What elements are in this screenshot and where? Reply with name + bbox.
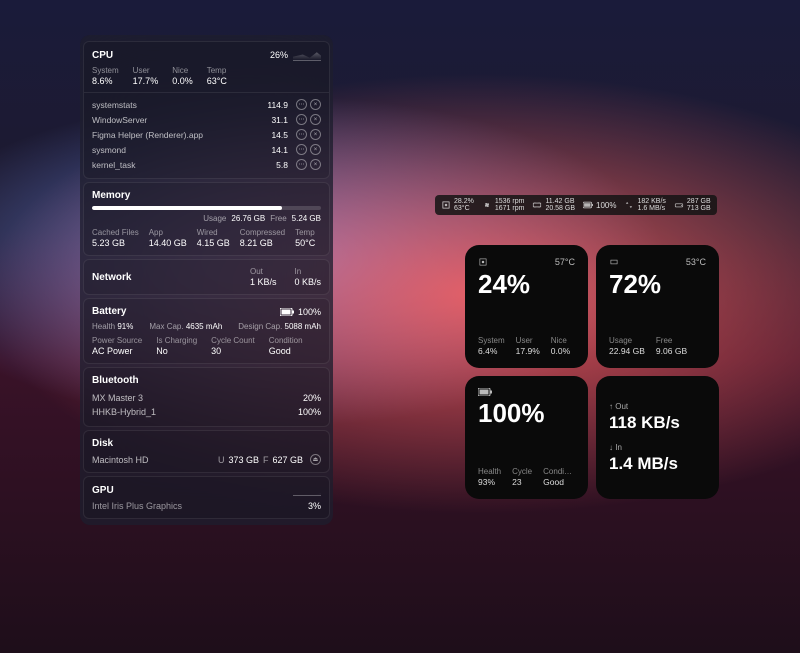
cpu-sparkline <box>293 49 321 61</box>
battery-icon <box>478 388 492 396</box>
wcpu-sub: System6.4%User17.9%Nice0.0% <box>478 336 575 356</box>
cpu-icon <box>478 257 488 267</box>
mb-disk[interactable]: 287 GB713 GB <box>674 198 711 212</box>
gpu-card[interactable]: GPU Intel Iris Plus Graphics3% <box>83 476 330 519</box>
wmem-sub: Usage22.94 GBFree9.06 GB <box>609 336 706 356</box>
info-icon[interactable]: ⋯ <box>296 114 307 125</box>
battery-icon <box>583 200 593 210</box>
kill-icon[interactable]: × <box>310 159 321 170</box>
stats-panel[interactable]: CPU 26% System8.6%User17.7%Nice0.0%Temp6… <box>80 35 333 525</box>
bat-row: Health 91%Max Cap. 4635 mAhDesign Cap. 5… <box>92 322 321 331</box>
mb-mem[interactable]: 11.42 GB20.58 GB <box>532 198 575 212</box>
down-arrow-icon: ↓ In <box>609 443 706 452</box>
bluetooth-card[interactable]: Bluetooth MX Master 320%HHKB-Hybrid_1100… <box>83 367 330 427</box>
widget-battery[interactable]: 100% Health93%Cycle23Condi…Good <box>465 376 588 499</box>
mb-battery[interactable]: 100% <box>583 200 616 210</box>
disk-card[interactable]: Disk Macintosh HD U373 GBF627 GB⏏ <box>83 430 330 473</box>
widget-cpu[interactable]: 57°C 24% System6.4%User17.9%Nice0.0% <box>465 245 588 368</box>
kill-icon[interactable]: × <box>310 99 321 110</box>
cpu-subcols: System8.6%User17.7%Nice0.0%Temp63°C <box>92 66 321 86</box>
info-icon[interactable]: ⋯ <box>296 144 307 155</box>
widget-grid: 57°C 24% System6.4%User17.9%Nice0.0% 53°… <box>465 245 719 499</box>
widget-memory[interactable]: 53°C 72% Usage22.94 GBFree9.06 GB <box>596 245 719 368</box>
kill-icon[interactable]: × <box>310 144 321 155</box>
cpu-card[interactable]: CPU 26% System8.6%User17.7%Nice0.0%Temp6… <box>83 41 330 179</box>
mem-title: Memory <box>92 190 130 201</box>
network-card[interactable]: Network Out1 KB/s In0 KB/s <box>83 259 330 295</box>
battery-card[interactable]: Battery 100% Health 91%Max Cap. 4635 mAh… <box>83 298 330 364</box>
battery-icon <box>280 308 294 316</box>
mem-subcols: Cached Files5.23 GBApp14.40 GBWired4.15 … <box>92 228 321 248</box>
bt-devlist: MX Master 320%HHKB-Hybrid_1100% <box>92 391 321 419</box>
mb-net[interactable]: 182 KB/s1.6 MB/s <box>624 198 665 212</box>
fan-icon <box>482 200 492 210</box>
wbat-sub: Health93%Cycle23Condi…Good <box>478 467 575 487</box>
bat-subcols: Power SourceAC PowerIs ChargingNoCycle C… <box>92 336 321 356</box>
info-icon[interactable]: ⋯ <box>296 129 307 140</box>
updown-icon <box>624 200 634 210</box>
menubar-stats[interactable]: 28.2%63°C 1536 rpm1671 rpm 11.42 GB20.58… <box>435 195 717 215</box>
memory-card[interactable]: Memory Usage26.76 GB Free5.24 GB Cached … <box>83 182 330 256</box>
memory-icon <box>609 257 619 267</box>
disk-icon <box>674 200 684 210</box>
gpu-sparkline <box>293 484 321 496</box>
mb-fan[interactable]: 1536 rpm1671 rpm <box>482 198 525 212</box>
up-arrow-icon: ↑ Out <box>609 402 706 411</box>
kill-icon[interactable]: × <box>310 114 321 125</box>
kill-icon[interactable]: × <box>310 129 321 140</box>
mb-cpu[interactable]: 28.2%63°C <box>441 198 474 212</box>
cpu-title: CPU <box>92 50 113 61</box>
mem-bar-fill <box>92 206 282 210</box>
cpu-proclist: systemstats114.9⋯×WindowServer31.1⋯×Figm… <box>84 92 329 178</box>
info-icon[interactable]: ⋯ <box>296 99 307 110</box>
widget-network[interactable]: ↑ Out118 KB/s ↓ In1.4 MB/s <box>596 376 719 499</box>
cpu-pct: 26% <box>270 50 288 60</box>
mem-bar <box>92 206 321 210</box>
memory-icon <box>532 200 542 210</box>
eject-icon[interactable]: ⏏ <box>310 454 321 465</box>
info-icon[interactable]: ⋯ <box>296 159 307 170</box>
